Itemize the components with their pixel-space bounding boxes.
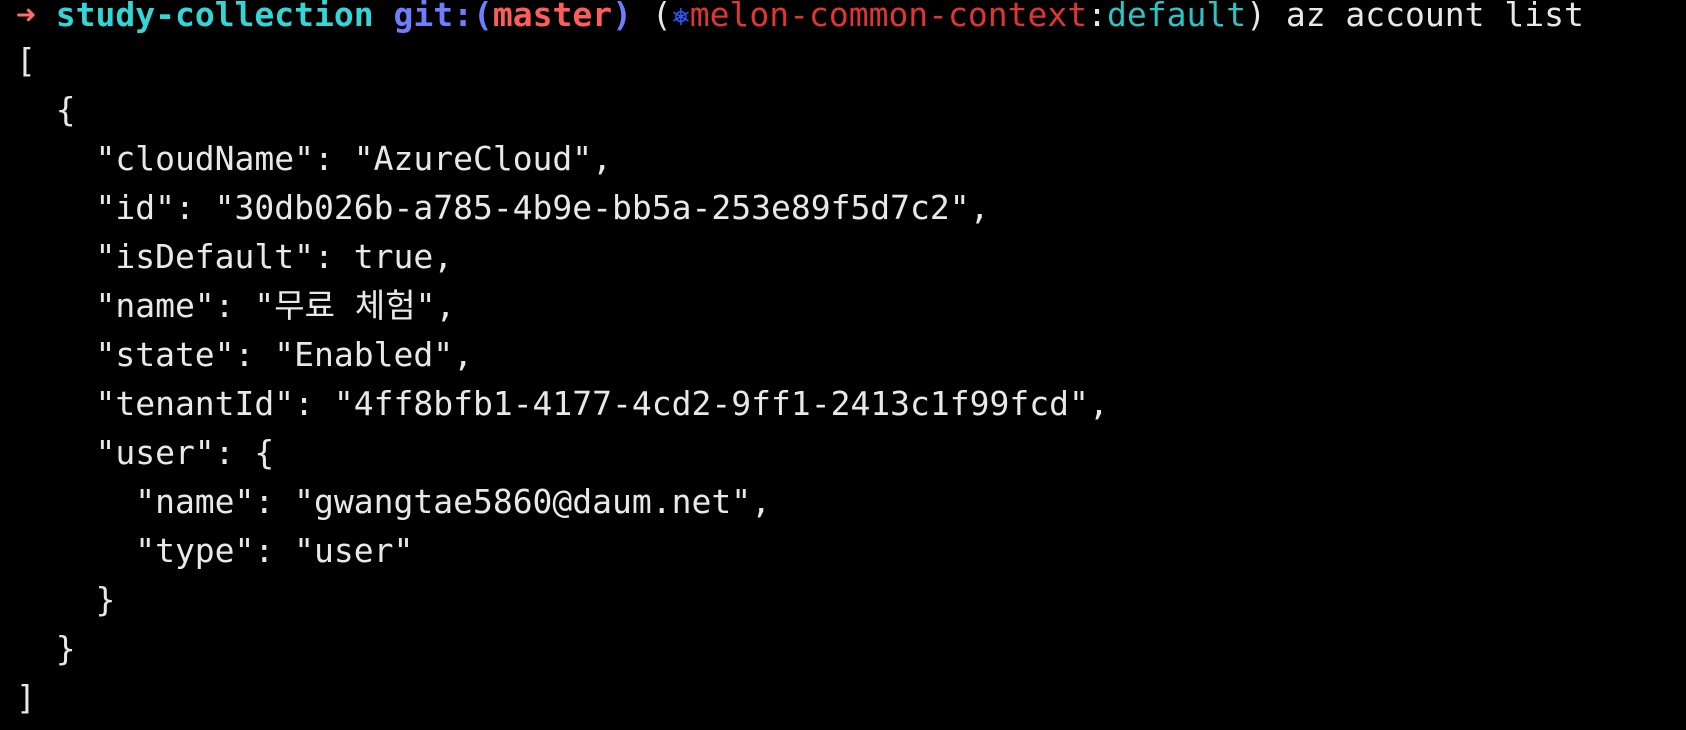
output-line: [ [16,41,36,80]
output-line: "state": "Enabled", [16,335,473,374]
git-label: git:( [393,0,493,34]
k8s-open-paren: ( [651,0,672,34]
kubernetes-helm-icon: ⎈ [671,0,690,34]
output-line: "cloudName": "AzureCloud", [16,139,613,178]
output-line: "user": { [16,433,275,472]
k8s-close-paren: ) [1246,0,1266,34]
output-line: "name": "무료 체험", [16,286,456,325]
output-line: } [16,580,116,619]
output-line: "isDefault": true, [16,237,454,276]
command-text: az account list [1285,0,1584,34]
output-line: "tenantId": "4ff8bfb1-4177-4cd2-9ff1-241… [16,384,1109,423]
prompt-line: ➜ study-collection git:(master) (⎈melon-… [16,0,1686,36]
k8s-separator: : [1087,0,1107,34]
terminal-window[interactable]: ➜ study-collection git:(master) (⎈melon-… [0,0,1686,730]
output-line: { [16,90,76,129]
output-line: "id": "30db026b-a785-4b9e-bb5a-253e89f5d… [16,188,990,227]
output-line: "name": "gwangtae5860@daum.net", [16,482,771,521]
output-line: } [16,629,76,668]
output-line: "type": "user" [16,531,414,570]
output-line: ] [16,678,36,717]
k8s-context: melon-common-context [689,0,1088,34]
k8s-namespace: default [1107,0,1247,34]
prompt-arrow-icon: ➜ [16,0,36,34]
current-directory: study-collection [55,0,374,34]
git-branch: master [492,0,613,34]
git-label-close: ) [612,0,632,34]
